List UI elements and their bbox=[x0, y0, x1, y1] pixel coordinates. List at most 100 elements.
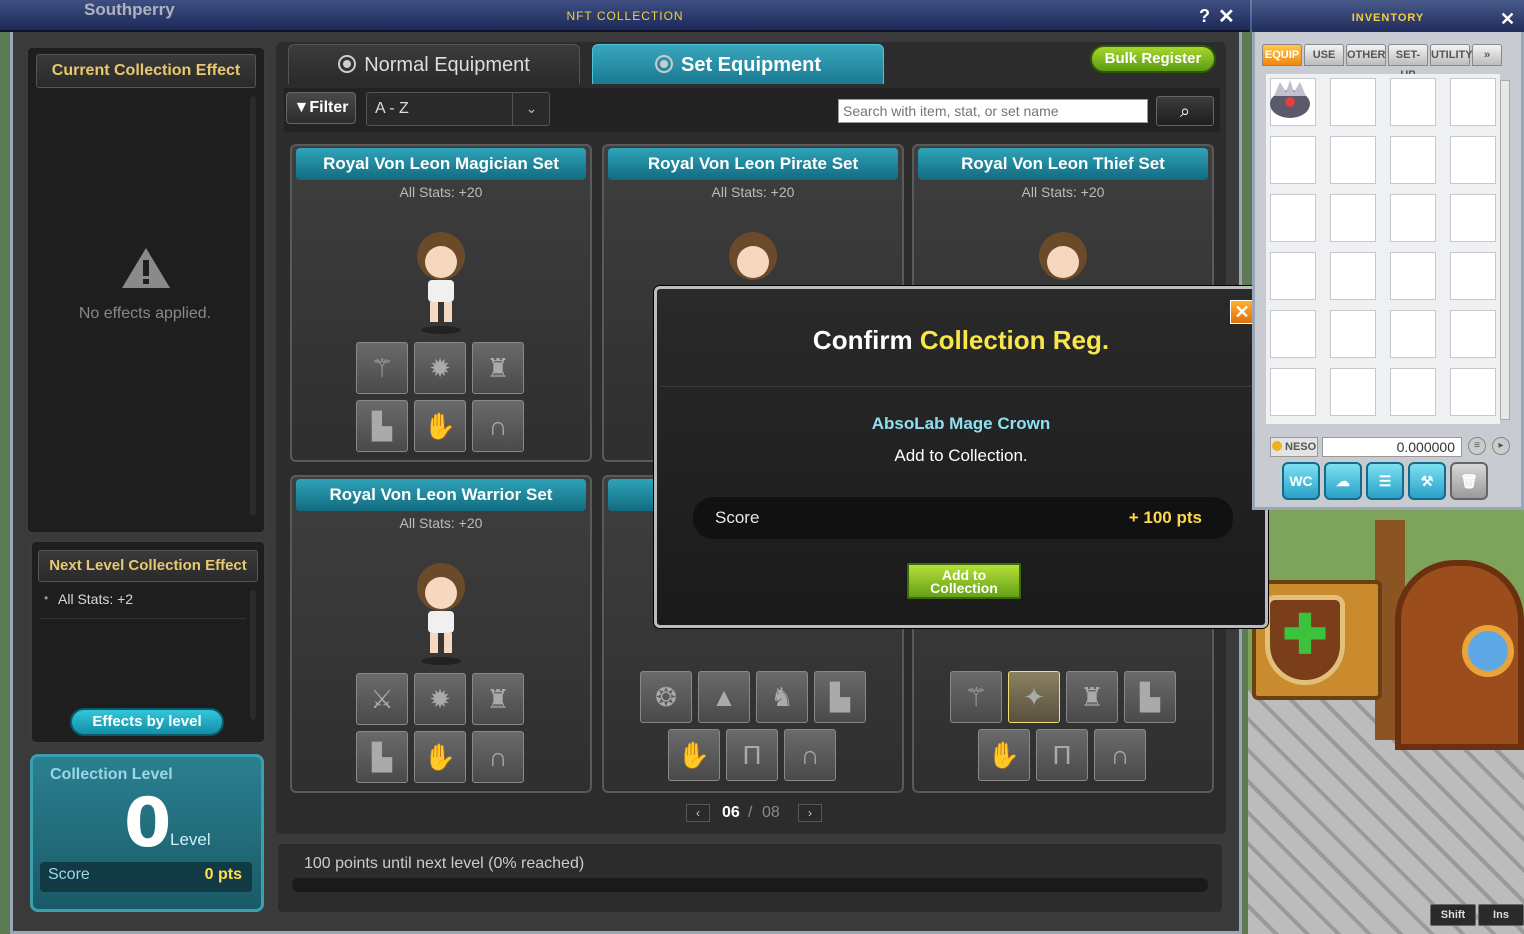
hat-slot-icon[interactable]: ✹ bbox=[414, 673, 466, 725]
hat-slot-icon[interactable]: ✦ bbox=[1008, 671, 1060, 723]
expand-icon[interactable]: ▸ bbox=[1492, 437, 1510, 455]
inventory-slot[interactable] bbox=[1450, 194, 1496, 242]
inventory-slot[interactable] bbox=[1330, 368, 1376, 416]
search-input[interactable] bbox=[838, 99, 1148, 123]
robe-slot-icon[interactable]: ♜ bbox=[472, 342, 524, 394]
inventory-slot[interactable] bbox=[1390, 368, 1436, 416]
pants-slot-icon[interactable]: Π bbox=[1036, 729, 1088, 781]
hat-slot-icon[interactable]: ✹ bbox=[414, 342, 466, 394]
tab-normal-equipment[interactable]: Normal Equipment bbox=[288, 44, 580, 84]
close-window-button[interactable]: ✕ bbox=[1218, 4, 1235, 29]
weapon-slot-icon[interactable]: ❂ bbox=[640, 671, 692, 723]
inventory-slot[interactable] bbox=[1330, 310, 1376, 358]
green-cross-icon: ✚ bbox=[1282, 605, 1328, 665]
page-current: 06 bbox=[722, 804, 740, 821]
tab-use[interactable]: USE bbox=[1304, 44, 1344, 66]
shift-key[interactable]: Shift bbox=[1430, 904, 1476, 926]
set-card[interactable]: Royal Von Leon Magician Set All Stats: +… bbox=[290, 144, 592, 462]
dialog-score-label: Score bbox=[715, 508, 760, 527]
cape-slot-icon[interactable]: ∩ bbox=[1094, 729, 1146, 781]
armor-slot-icon[interactable]: ♞ bbox=[756, 671, 808, 723]
inventory-slot[interactable] bbox=[1450, 78, 1496, 126]
inventory-slot[interactable] bbox=[1270, 136, 1316, 184]
inventory-slot[interactable] bbox=[1330, 252, 1376, 300]
close-dialog-button[interactable]: ✕ bbox=[1230, 300, 1254, 324]
help-button[interactable]: ? bbox=[1199, 6, 1210, 27]
shoes-slot-icon[interactable]: ▙ bbox=[1124, 671, 1176, 723]
dialog-title-plain: Confirm bbox=[812, 325, 913, 355]
filter-button[interactable]: ▼Filter bbox=[286, 92, 356, 124]
inventory-slot[interactable] bbox=[1270, 310, 1316, 358]
dialog-title: Confirm Collection Reg. bbox=[660, 325, 1262, 356]
next-page-button[interactable]: › bbox=[798, 804, 822, 822]
gloves-slot-icon[interactable]: ✋ bbox=[668, 729, 720, 781]
cloud-icon[interactable]: ☁ bbox=[1324, 462, 1362, 500]
cape-slot-icon[interactable]: ∩ bbox=[784, 729, 836, 781]
close-inventory-button[interactable]: ✕ bbox=[1500, 9, 1515, 30]
add-to-collection-button[interactable]: Add to Collection bbox=[907, 563, 1021, 599]
hat-slot-icon[interactable]: ▲ bbox=[698, 671, 750, 723]
divider bbox=[660, 386, 1262, 387]
set-card-title bbox=[608, 479, 656, 511]
chevron-down-icon[interactable]: ⌄ bbox=[512, 92, 550, 126]
scrollbar[interactable] bbox=[250, 96, 256, 516]
inventory-slot[interactable] bbox=[1330, 78, 1376, 126]
cape-slot-icon[interactable]: ∩ bbox=[472, 731, 524, 783]
inventory-slot[interactable] bbox=[1330, 136, 1376, 184]
inventory-slot[interactable] bbox=[1390, 252, 1436, 300]
set-card-title: Royal Von Leon Warrior Set bbox=[296, 479, 586, 511]
inventory-slot[interactable] bbox=[1450, 136, 1496, 184]
inventory-slot[interactable] bbox=[1450, 368, 1496, 416]
inventory-slot[interactable] bbox=[1390, 194, 1436, 242]
shoes-slot-icon[interactable]: ▙ bbox=[356, 400, 408, 452]
bulk-register-button[interactable]: Bulk Register bbox=[1090, 45, 1216, 73]
inventory-slot[interactable] bbox=[1390, 78, 1436, 126]
inventory-slot[interactable] bbox=[1270, 368, 1316, 416]
door-window bbox=[1462, 625, 1514, 677]
shoes-slot-icon[interactable]: ▙ bbox=[814, 671, 866, 723]
dialog-message: Add to Collection. bbox=[894, 446, 1028, 465]
tab-setup[interactable]: SET-UP bbox=[1388, 44, 1428, 81]
weapon-slot-icon[interactable]: ⚚ bbox=[950, 671, 1002, 723]
inventory-slot[interactable] bbox=[1390, 136, 1436, 184]
no-effects-text: No effects applied. bbox=[78, 305, 212, 322]
shoes-slot-icon[interactable]: ▙ bbox=[356, 731, 408, 783]
scrollbar[interactable] bbox=[250, 590, 256, 720]
gloves-slot-icon[interactable]: ✋ bbox=[414, 400, 466, 452]
armor-slot-icon[interactable]: ♜ bbox=[472, 673, 524, 725]
tab-utility[interactable]: UTILITY bbox=[1430, 44, 1473, 66]
menu-icon[interactable]: ≡ bbox=[1468, 437, 1486, 455]
effects-by-level-button[interactable]: Effects by level bbox=[70, 708, 224, 736]
wc-button[interactable]: WC bbox=[1282, 462, 1320, 500]
divider bbox=[40, 618, 246, 619]
cape-slot-icon[interactable]: ∩ bbox=[472, 400, 524, 452]
tab-set-equipment[interactable]: Set Equipment bbox=[592, 44, 884, 84]
staff-slot-icon[interactable]: ⚚ bbox=[356, 342, 408, 394]
inventory-slot[interactable] bbox=[1270, 252, 1316, 300]
tab-more[interactable]: » bbox=[1472, 44, 1502, 66]
tab-other[interactable]: OTHER bbox=[1346, 44, 1386, 66]
trash-icon[interactable]: 🗑 bbox=[1450, 462, 1488, 500]
gloves-slot-icon[interactable]: ✋ bbox=[414, 731, 466, 783]
list-icon[interactable]: ☰ bbox=[1366, 462, 1404, 500]
inventory-slot[interactable] bbox=[1270, 194, 1316, 242]
inventory-slot[interactable] bbox=[1330, 194, 1376, 242]
armor-slot-icon[interactable]: ♜ bbox=[1066, 671, 1118, 723]
inventory-slot[interactable] bbox=[1450, 252, 1496, 300]
dialog-title-highlight: Collection Reg. bbox=[919, 325, 1110, 355]
crown-item-icon[interactable] bbox=[1266, 76, 1314, 124]
set-card-stat: All Stats: +20 bbox=[399, 184, 483, 200]
page-separator: / bbox=[748, 804, 753, 821]
search-button[interactable]: ⌕ bbox=[1156, 96, 1214, 126]
hammer-icon[interactable]: ⚒ bbox=[1408, 462, 1446, 500]
set-card[interactable]: Royal Von Leon Warrior Set All Stats: +2… bbox=[290, 475, 592, 793]
inventory-slot[interactable] bbox=[1390, 310, 1436, 358]
inventory-scrollbar[interactable] bbox=[1500, 80, 1510, 420]
pants-slot-icon[interactable]: Π bbox=[726, 729, 778, 781]
tab-equip[interactable]: EQUIP bbox=[1262, 44, 1302, 66]
ins-key[interactable]: Ins bbox=[1478, 904, 1524, 926]
sword-slot-icon[interactable]: ⚔ bbox=[356, 673, 408, 725]
gloves-slot-icon[interactable]: ✋ bbox=[978, 729, 1030, 781]
prev-page-button[interactable]: ‹ bbox=[686, 804, 710, 822]
inventory-slot[interactable] bbox=[1450, 310, 1496, 358]
